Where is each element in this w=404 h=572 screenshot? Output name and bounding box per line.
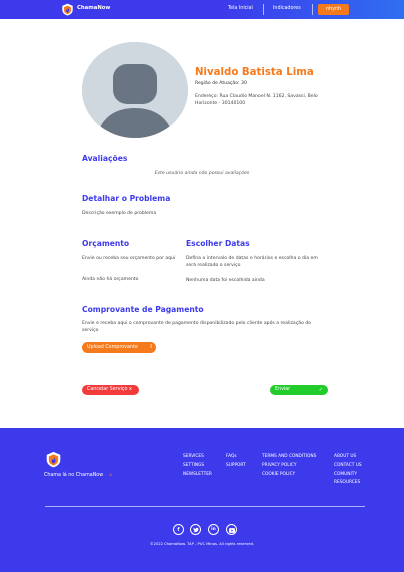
upload-button-label: Upload Comprovante <box>87 345 138 350</box>
footer-links-col2: FAQs SUPPORT <box>226 453 246 471</box>
nav-tela-inicial[interactable]: Tela Inicial <box>228 6 253 11</box>
chamanow-logo-icon[interactable] <box>61 3 74 16</box>
footer-link[interactable]: SUPPORT <box>226 462 246 471</box>
cancel-service-button[interactable]: Cancelar Serviço x <box>82 385 139 395</box>
facebook-icon[interactable]: f <box>173 524 184 535</box>
footer-links-col3: TERMS AND CONDITIONS PRIVACY POLICY COOK… <box>262 453 316 479</box>
footer-link[interactable]: SETTINGS <box>183 462 212 471</box>
close-icon: x <box>128 387 132 392</box>
footer-slogan: Chama lá no ChamaNow <box>44 473 104 478</box>
region-text: Região de Atuação: 30 <box>195 81 247 86</box>
footer-link[interactable]: RESOURCES <box>334 479 362 488</box>
address-text: Endereço: Rua Claudio Manoel N. 1162, Sa… <box>195 94 318 107</box>
twitter-icon[interactable] <box>190 524 201 535</box>
budget-empty-text: Ainda não há orçamento <box>82 277 139 282</box>
footer-link[interactable]: SERVICES <box>183 453 212 462</box>
send-button-label: Enviar <box>275 387 291 392</box>
brand-name[interactable]: ChamaNow <box>77 5 110 11</box>
payment-title: Comprovante de Pagamento <box>82 305 204 314</box>
footer-link[interactable]: CONTACT US <box>334 462 362 471</box>
budget-title: Orçamento <box>82 239 130 248</box>
payment-text: Envie e receba aqui o comprovante de pag… <box>82 321 312 334</box>
dates-title: Escolher Datas <box>186 239 250 248</box>
footer: Chama lá no ChamaNow 🔥︎ SERVICES SETTING… <box>0 428 404 572</box>
cancel-button-label: Cancelar Serviço <box>87 387 128 392</box>
nav-divider <box>263 4 264 15</box>
footer-links-col1: SERVICES SETTINGS NEWSLETTER <box>183 453 212 479</box>
problem-title: Detalhar o Problema <box>82 194 171 203</box>
top-navbar: ChamaNow Tela Inicial Indicadores nhynh <box>0 0 404 19</box>
upload-receipt-button[interactable]: Upload Comprovante ⭱ <box>82 342 156 353</box>
footer-divider <box>45 506 365 507</box>
footer-links-col4: ABOUT US CONTACT US COMUNITY RESOURCES <box>334 453 362 488</box>
dates-empty-text: Nenhuma data foi escolhida ainda <box>186 278 265 283</box>
copyright-text: ©2022 ChamaNow. TAP - PUC Minas. All rig… <box>149 542 255 546</box>
dates-text: Defina o intervalo de datas e horários e… <box>186 256 318 269</box>
problem-description: Descrição exemplo de problema <box>82 211 157 216</box>
user-silhouette-icon <box>82 42 188 138</box>
footer-link[interactable]: FAQs <box>226 453 246 462</box>
user-menu-button[interactable]: nhynh <box>318 4 349 15</box>
nav-divider <box>312 4 313 15</box>
footer-link[interactable]: COOKIE POLICY <box>262 471 316 480</box>
twitter-bird-icon <box>192 527 199 533</box>
youtube-icon[interactable] <box>226 524 237 535</box>
avatar <box>82 42 188 138</box>
budget-text: Envie ou receba seu orçamento por aqui <box>82 256 176 261</box>
reviews-title: Avaliações <box>82 154 128 163</box>
flame-icon: 🔥︎ <box>109 473 113 478</box>
reviews-empty-text: Este usuário ainda não possui avaliações <box>154 171 250 176</box>
nav-indicadores[interactable]: Indicadores <box>273 6 301 11</box>
youtube-play-icon <box>228 527 235 533</box>
footer-link[interactable]: NEWSLETTER <box>183 471 212 480</box>
professional-name: Nivaldo Batista Lima <box>195 67 314 78</box>
footer-link[interactable]: COMUNITY <box>334 471 362 480</box>
footer-link[interactable]: TERMS AND CONDITIONS <box>262 453 316 462</box>
linkedin-icon[interactable]: in <box>208 524 219 535</box>
chamanow-logo-icon[interactable] <box>45 451 62 468</box>
upload-icon: ⭱ <box>150 344 152 350</box>
footer-link[interactable]: ABOUT US <box>334 453 362 462</box>
footer-link[interactable]: PRIVACY POLICY <box>262 462 316 471</box>
check-icon: ✓ <box>318 387 323 393</box>
send-button[interactable]: Enviar ✓ <box>270 385 328 395</box>
